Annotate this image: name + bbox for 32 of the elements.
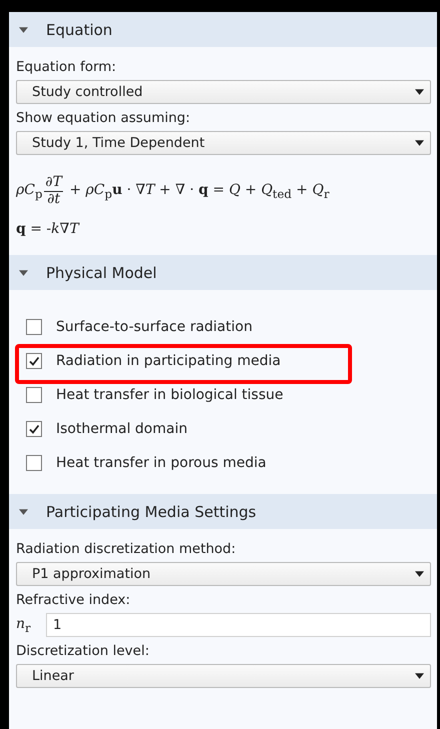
checkbox[interactable] bbox=[26, 387, 42, 403]
section-header[interactable]: Physical Model bbox=[9, 255, 437, 290]
field-label: Refractive index: bbox=[16, 592, 132, 608]
checkbox-label: Radiation in participating media bbox=[56, 353, 281, 369]
caret-icon bbox=[19, 270, 28, 276]
dropdown[interactable]: P1 approximation bbox=[16, 562, 431, 586]
symbol-label: n$_{r}$ bbox=[16, 616, 32, 634]
checkbox-label: Heat transfer in porous media bbox=[56, 455, 266, 471]
checkbox-label: Heat transfer in biological tissue bbox=[56, 387, 284, 403]
checkbox-label: Surface-to-surface radiation bbox=[56, 319, 252, 335]
input-field[interactable]: 1 bbox=[46, 613, 431, 637]
checkbox-label: Isothermal domain bbox=[56, 421, 188, 437]
dropdown[interactable]: Study controlled bbox=[16, 80, 431, 104]
field-label: Equation form: bbox=[16, 59, 118, 75]
dropdown-arrow-icon bbox=[415, 673, 424, 679]
checkbox[interactable] bbox=[26, 353, 42, 369]
checkbox[interactable] bbox=[26, 319, 42, 335]
field-label: Discretization level: bbox=[16, 643, 150, 659]
caret-icon bbox=[19, 26, 28, 32]
caret-icon bbox=[19, 508, 28, 514]
dropdown-arrow-icon bbox=[415, 89, 424, 95]
equation: q = -k∇T bbox=[16, 220, 81, 239]
section-header[interactable]: Participating Media Settings bbox=[9, 494, 437, 529]
dropdown[interactable]: Study 1, Time Dependent bbox=[16, 131, 431, 155]
field-label: Show equation assuming: bbox=[16, 110, 192, 126]
dropdown[interactable]: Linear bbox=[16, 664, 431, 688]
checkbox[interactable] bbox=[26, 421, 42, 437]
dropdown-arrow-icon bbox=[415, 140, 424, 146]
checkbox[interactable] bbox=[26, 455, 42, 471]
field-label: Radiation discretization method: bbox=[16, 541, 237, 557]
dropdown-arrow-icon bbox=[415, 571, 424, 577]
section-header[interactable]: Equation bbox=[9, 12, 437, 47]
